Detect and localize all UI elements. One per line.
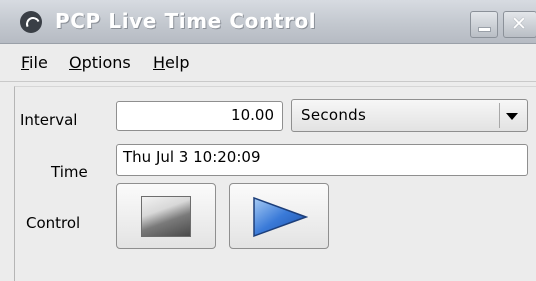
menu-options[interactable]: Options xyxy=(69,53,131,72)
menu-file[interactable]: File xyxy=(21,53,48,72)
menu-file-label: ile xyxy=(29,53,48,72)
menu-file-mnemonic: F xyxy=(21,53,30,72)
app-window: PCP Live Time Control ✕ File Options Hel… xyxy=(0,0,536,281)
stop-button[interactable] xyxy=(116,183,216,249)
time-label: Time xyxy=(51,163,88,181)
pcp-app-icon[interactable] xyxy=(20,11,42,33)
menu-help-label: elp xyxy=(165,53,190,72)
menu-help-mnemonic: H xyxy=(153,53,166,72)
play-button[interactable] xyxy=(229,183,329,249)
combo-separator xyxy=(499,103,500,128)
interval-unit-select[interactable]: Seconds xyxy=(291,99,528,132)
close-button[interactable]: ✕ xyxy=(503,11,536,38)
window-title: PCP Live Time Control xyxy=(55,9,317,33)
menu-options-label: ptions xyxy=(81,53,131,72)
close-icon: ✕ xyxy=(511,13,527,35)
play-icon xyxy=(253,196,308,238)
menu-bar: File Options Help xyxy=(0,44,536,82)
interval-label: Interval xyxy=(20,111,78,129)
menu-options-mnemonic: O xyxy=(69,53,82,72)
interval-input[interactable]: 10.00 xyxy=(116,101,283,131)
time-input[interactable]: Thu Jul 3 10:20:09 xyxy=(116,144,528,176)
control-label: Control xyxy=(26,214,81,232)
menu-help[interactable]: Help xyxy=(153,53,189,72)
interval-unit-value: Seconds xyxy=(301,106,367,124)
title-bar[interactable]: PCP Live Time Control ✕ xyxy=(0,0,536,44)
stop-icon xyxy=(141,196,191,237)
minimize-button[interactable] xyxy=(470,11,498,38)
chevron-down-icon[interactable] xyxy=(506,113,518,120)
